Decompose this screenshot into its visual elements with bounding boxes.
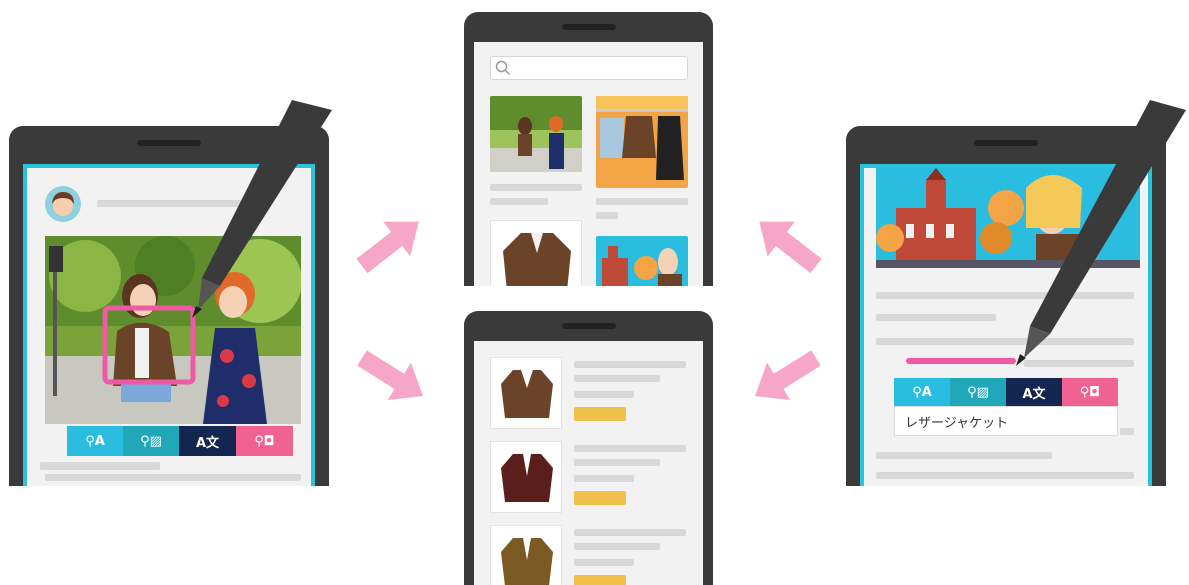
product-desc <box>574 543 660 550</box>
search-screen <box>474 42 703 286</box>
text-line <box>876 452 1052 459</box>
speaker <box>562 24 616 30</box>
thumb-caption <box>596 198 688 205</box>
shopping-tablet <box>464 311 713 585</box>
text-highlight[interactable] <box>906 358 1016 364</box>
jacket-image <box>501 370 553 418</box>
result-thumb-street[interactable] <box>490 96 582 172</box>
shopping-search-button[interactable]: ⚲◘ <box>1062 378 1118 406</box>
stylus-right <box>1016 100 1186 366</box>
arrow-down-right <box>350 339 435 415</box>
thumb-caption <box>596 212 618 219</box>
shopping-search-icon: ⚲◘ <box>1079 384 1101 400</box>
image-search-button[interactable]: ⚲▨ <box>950 378 1006 406</box>
thumb-caption <box>490 184 582 191</box>
translate-button[interactable]: A文 <box>179 426 236 456</box>
price-tag[interactable] <box>574 491 626 505</box>
text-line <box>45 474 301 481</box>
arrow-up-right <box>348 204 433 284</box>
product-card[interactable] <box>490 441 562 513</box>
product-card[interactable] <box>490 357 562 429</box>
image-search-button[interactable]: ⚲▨ <box>123 426 179 456</box>
text-search-button[interactable]: ⚲A <box>894 378 950 406</box>
translation-text: レザージャケット <box>905 415 1009 431</box>
text-line <box>876 314 996 321</box>
product-title <box>574 529 686 536</box>
text-search-icon: ⚲A <box>912 384 932 400</box>
jacket-image <box>501 454 553 502</box>
right-toolbar: ⚲A ⚲▨ A文 ⚲◘ <box>894 378 1118 406</box>
result-thumb-town[interactable] <box>596 236 688 286</box>
product-desc <box>574 375 660 382</box>
product-desc <box>574 475 634 482</box>
avatar <box>45 186 81 222</box>
text-line <box>40 462 160 470</box>
product-title <box>574 445 686 452</box>
product-card[interactable] <box>490 525 562 585</box>
thumb-caption <box>490 198 548 205</box>
translate-button[interactable]: A文 <box>1006 378 1062 406</box>
jacket-image <box>501 538 553 585</box>
speaker <box>562 323 616 329</box>
image-search-icon: ⚲▨ <box>967 384 989 400</box>
image-search-icon: ⚲▨ <box>140 433 162 449</box>
left-toolbar: ⚲A ⚲▨ A文 ⚲◘ <box>67 426 293 456</box>
product-title <box>574 361 686 368</box>
text-search-icon: ⚲A <box>85 433 105 449</box>
price-tag[interactable] <box>574 575 626 585</box>
product-desc <box>574 391 634 398</box>
text-line <box>876 472 1134 479</box>
translation-result: レザージャケット <box>894 406 1118 436</box>
arrow-down-left <box>743 339 828 415</box>
jacket-image <box>503 233 571 286</box>
price-tag[interactable] <box>574 407 626 421</box>
shopping-screen <box>474 341 703 585</box>
text-search-button[interactable]: ⚲A <box>67 426 123 456</box>
search-tablet <box>464 12 713 286</box>
product-desc <box>574 459 660 466</box>
translate-icon: A文 <box>195 435 220 451</box>
result-thumb-rack[interactable] <box>596 96 688 188</box>
product-desc <box>574 559 634 566</box>
arrow-up-left <box>745 204 830 284</box>
translate-icon: A文 <box>1022 386 1046 402</box>
text-line <box>1120 428 1134 435</box>
result-card-jacket[interactable] <box>490 220 582 286</box>
search-input[interactable] <box>490 56 688 80</box>
stylus-left <box>192 100 332 318</box>
shopping-search-button[interactable]: ⚲◘ <box>236 426 293 456</box>
search-icon <box>495 60 511 76</box>
shopping-search-icon: ⚲◘ <box>254 433 275 449</box>
